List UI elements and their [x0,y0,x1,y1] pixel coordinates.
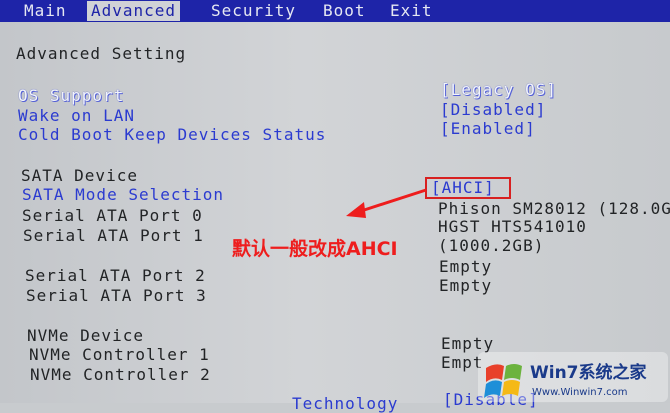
sata-mode-value[interactable]: [AHCI] [431,179,495,197]
tab-main[interactable]: Main [24,1,67,21]
wake-on-lan-value[interactable]: [Disabled] [440,101,546,119]
sata-port0-value: Phison SM28012 (128.0G [438,199,670,218]
sata-port2-label: Serial ATA Port 2 [25,266,206,285]
nvme-controller2-label: NVMe Controller 2 [30,365,211,384]
annotation-arrow-icon [346,188,427,218]
sata-port2-value: Empty [439,257,493,276]
sata-port0-label: Serial ATA Port 0 [22,206,203,225]
tab-advanced[interactable]: Advanced [87,1,181,21]
cut-off-row-label[interactable]: Technology [292,395,398,413]
sata-port1-value: HGST HTS541010 [438,217,587,236]
cold-boot-value[interactable]: [Enabled] [440,120,536,138]
sata-port1-label: Serial ATA Port 1 [23,226,204,245]
section-title: Advanced Setting [16,44,187,63]
sata-port1-value-size: (1000.2GB) [438,236,545,255]
svg-text:Www.Winwin7.com: Www.Winwin7.com [532,387,627,398]
tab-exit[interactable]: Exit [390,1,433,21]
watermark-logo: Win7系统之家 Www.Winwin7.com [478,352,668,402]
menu-bar: Main Advanced Security Boot Exit [0,0,670,22]
sata-port3-label: Serial ATA Port 3 [26,286,207,305]
tab-security[interactable]: Security [211,1,296,21]
os-support-label[interactable]: OS Support [18,87,124,105]
cold-boot-label[interactable]: Cold Boot Keep Devices Status [18,126,326,144]
wake-on-lan-label[interactable]: Wake on LAN [18,107,135,125]
nvme-controller1-value: Empty [441,334,495,353]
nvme-device-heading: NVMe Device [27,326,144,345]
os-support-value[interactable]: [Legacy OS] [440,81,557,99]
annotation-text: 默认一般改成AHCI [232,238,398,260]
nvme-controller1-label: NVMe Controller 1 [29,345,210,364]
svg-text:Win7系统之家: Win7系统之家 [530,362,647,383]
sata-port3-value: Empty [439,276,493,295]
tab-boot[interactable]: Boot [323,1,366,21]
sata-mode-label[interactable]: SATA Mode Selection [22,186,224,204]
sata-device-heading: SATA Device [21,166,138,185]
